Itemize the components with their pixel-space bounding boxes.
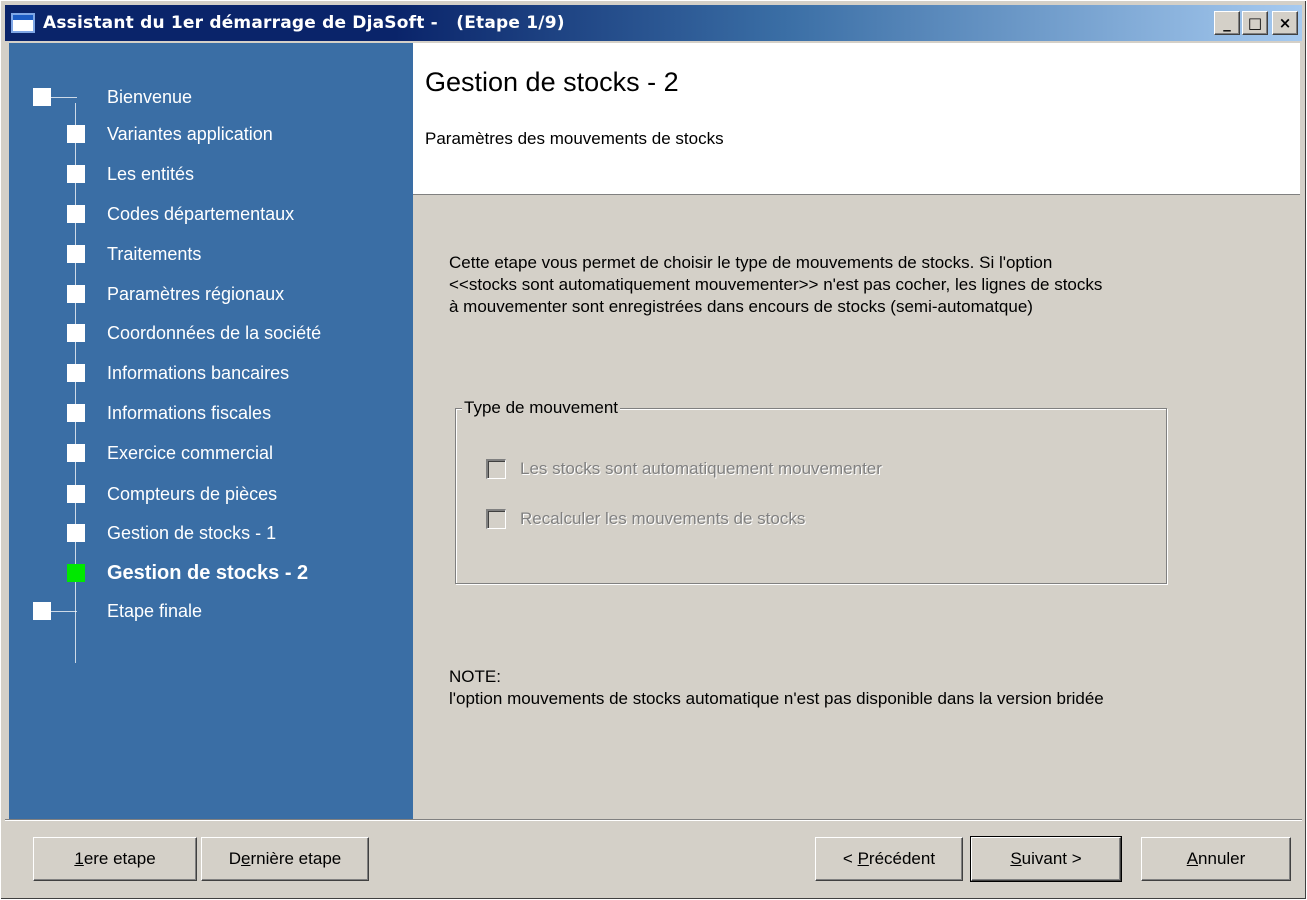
step-marker-icon <box>67 364 85 382</box>
step-label: Les entités <box>107 163 195 184</box>
close-button[interactable]: × <box>1272 11 1298 35</box>
note-block: NOTE: l'option mouvements de stocks auto… <box>449 666 1104 710</box>
previous-button[interactable]: < Précédent <box>815 837 963 881</box>
step-label: Informations fiscales <box>107 402 272 423</box>
recalculate-option[interactable]: Recalculer les mouvements de stocks <box>486 509 805 529</box>
step-item-parametres-regionaux: Paramètres régionaux <box>9 274 413 314</box>
step-marker-icon <box>67 524 85 542</box>
step-item-gestion-stocks-1: Gestion de stocks - 1 <box>9 513 413 553</box>
step-content: Cette etape vous permet de choisir le ty… <box>413 196 1300 819</box>
minimize-button[interactable]: _ <box>1214 11 1240 35</box>
step-item-compteurs: Compteurs de pièces <box>9 474 413 514</box>
step-label: Etape finale <box>107 600 203 621</box>
step-marker-icon <box>67 444 85 462</box>
group-legend: Type de mouvement <box>462 398 621 418</box>
first-step-label: ere etape <box>83 849 156 868</box>
step-label: Bienvenue <box>107 86 193 107</box>
step-item-informations-fiscales: Informations fiscales <box>9 393 413 433</box>
next-label: uivant > <box>1021 849 1082 868</box>
first-step-button[interactable]: 1 ere etape <box>33 837 197 881</box>
step-label: Compteurs de pièces <box>107 483 278 504</box>
step-label: Codes départementaux <box>107 203 295 224</box>
step-label: Gestion de stocks - 1 <box>107 522 277 543</box>
wizard-window: Assistant du 1er démarrage de DjaSoft - … <box>0 0 1307 900</box>
next-accel: S <box>1010 849 1022 868</box>
footer-separator <box>5 819 1302 821</box>
note-title: NOTE: <box>449 667 501 686</box>
last-step-accel: e <box>241 849 251 868</box>
last-step-button[interactable]: De rnière etape <box>201 837 369 881</box>
step-item-traitements: Traitements <box>9 234 413 274</box>
step-marker-icon <box>67 324 85 342</box>
page-subtitle: Paramètres des mouvements de stocks <box>425 129 724 148</box>
step-label: Informations bancaires <box>107 362 290 383</box>
step-marker-icon <box>67 165 85 183</box>
step-item-codes-departementaux: Codes départementaux <box>9 194 413 234</box>
last-step-label: rnière etape <box>250 849 342 868</box>
window-title: Assistant du 1er démarrage de DjaSoft - … <box>43 13 565 33</box>
step-item-bienvenue: Bienvenue <box>9 77 413 117</box>
step-item-entites: Les entités <box>9 154 413 194</box>
auto-movement-option[interactable]: Les stocks sont automatiquement mouvemen… <box>486 459 882 479</box>
step-label-current: Gestion de stocks - 2 <box>107 561 309 584</box>
page-title: Gestion de stocks - 2 <box>425 67 679 97</box>
step-marker-icon <box>67 245 85 263</box>
title-bar[interactable]: Assistant du 1er démarrage de DjaSoft - … <box>5 5 1302 41</box>
step-marker-icon <box>67 404 85 422</box>
step-branch-line <box>51 611 77 612</box>
description-line: à mouvementer sont enregistrées dans enc… <box>449 297 1033 316</box>
step-label: Paramètres régionaux <box>107 283 285 304</box>
recalculate-label: Recalculer les mouvements de stocks <box>520 509 806 528</box>
step-marker-icon <box>67 125 85 143</box>
cancel-accel: A <box>1186 849 1199 868</box>
step-label: Exercice commercial <box>107 442 274 463</box>
recalculate-checkbox[interactable] <box>486 509 506 529</box>
previous-label-pre: < <box>842 849 858 868</box>
first-step-accel: 1 <box>74 849 84 868</box>
maximize-button[interactable]: □ <box>1242 11 1268 35</box>
previous-label: récédent <box>868 849 936 868</box>
current-step-marker-icon <box>67 564 85 582</box>
step-marker-icon <box>33 602 51 620</box>
step-label: Coordonnées de la société <box>107 322 322 343</box>
step-label: Variantes application <box>107 123 273 144</box>
step-marker-icon <box>67 205 85 223</box>
minimize-icon: _ <box>1223 13 1231 32</box>
movement-type-group: Type de mouvement Les stocks sont automa… <box>455 398 1167 584</box>
last-step-label-pre: D <box>228 849 242 868</box>
steps-panel: Bienvenue Variantes application Les enti… <box>9 43 413 819</box>
auto-movement-checkbox[interactable] <box>486 459 506 479</box>
step-branch-line <box>51 97 77 98</box>
step-item-etape-finale: Etape finale <box>9 591 413 631</box>
step-marker-icon <box>67 285 85 303</box>
description-line: <<stocks sont automatiquement mouvemente… <box>449 275 1103 294</box>
step-item-coordonnees: Coordonnées de la société <box>9 313 413 353</box>
window-controls: _ □ × <box>1214 11 1298 35</box>
cancel-label: nnuler <box>1198 849 1246 868</box>
previous-accel: P <box>857 849 869 868</box>
step-marker-icon <box>33 88 51 106</box>
step-marker-icon <box>67 485 85 503</box>
close-icon: × <box>1278 13 1292 32</box>
auto-movement-label: Les stocks sont automatiquement mouvemen… <box>520 459 882 478</box>
step-item-gestion-stocks-2: Gestion de stocks - 2 <box>9 553 413 593</box>
maximize-icon: □ <box>1247 13 1263 32</box>
step-description: Cette etape vous permet de choisir le ty… <box>449 252 1289 318</box>
cancel-button[interactable]: Annuler <box>1141 837 1291 881</box>
application-window-icon <box>11 13 35 33</box>
step-item-exercice-commercial: Exercice commercial <box>9 433 413 473</box>
description-line: Cette etape vous permet de choisir le ty… <box>449 253 1053 272</box>
step-item-variantes: Variantes application <box>9 114 413 154</box>
step-item-informations-bancaires: Informations bancaires <box>9 353 413 393</box>
page-header: Gestion de stocks - 2 Paramètres des mou… <box>413 43 1300 195</box>
step-label: Traitements <box>107 243 202 264</box>
next-button[interactable]: Suivant > <box>970 836 1122 882</box>
note-text: l'option mouvements de stocks automatiqu… <box>449 689 1104 708</box>
